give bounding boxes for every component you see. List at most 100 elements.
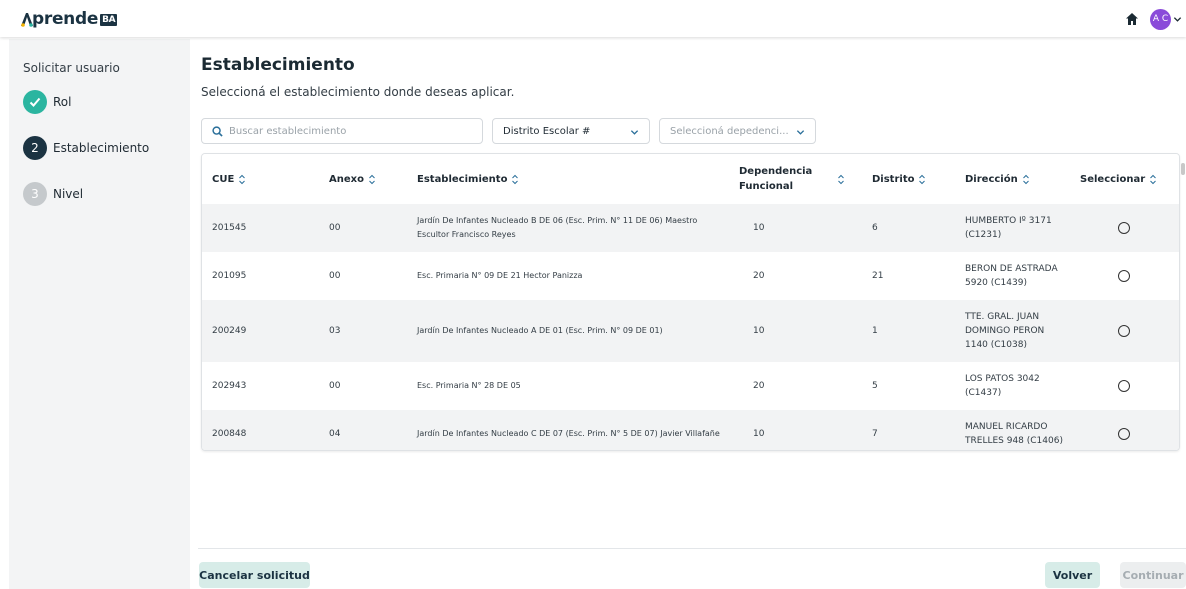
select-radio[interactable]: [1118, 204, 1130, 252]
column-header-cue[interactable]: CUE: [212, 154, 246, 204]
cell-establecimiento: Jardín De Infantes Nucleado A DE 01 (Esc…: [417, 326, 663, 335]
column-header-label: Distrito: [872, 173, 915, 185]
step-label: Rol: [53, 95, 72, 109]
column-header-label: Establecimiento: [417, 173, 508, 185]
logo-badge: BA: [100, 14, 118, 26]
cell-anexo: 04: [329, 429, 341, 439]
sort-icon[interactable]: [918, 174, 926, 185]
cell-distrito: 6: [872, 223, 878, 233]
step-establecimiento[interactable]: 2 Establecimiento: [23, 135, 149, 161]
district-select[interactable]: Distrito Escolar #: [492, 118, 650, 144]
cell-distrito: 21: [872, 271, 884, 281]
continue-button[interactable]: Continuar: [1120, 562, 1186, 588]
cell-cue: 201095: [212, 271, 247, 281]
cell-anexo: 00: [329, 223, 341, 233]
dependency-select-placeholder: Seleccioná depedenci...: [670, 125, 789, 137]
cell-anexo: 00: [329, 271, 341, 281]
step-label: Establecimiento: [53, 141, 150, 155]
search-field[interactable]: [201, 118, 483, 144]
cell-dependencia: 20: [753, 381, 765, 391]
column-header-label: Seleccionar: [1080, 173, 1146, 185]
cell-establecimiento: Jardín De Infantes Nucleado B DE 06 (Esc…: [417, 216, 698, 239]
dependency-select[interactable]: Seleccioná depedenci...: [659, 118, 816, 144]
step-label: Nivel: [53, 187, 84, 201]
column-header-label: CUE: [212, 173, 235, 185]
column-header-dependencia[interactable]: Dependencia Funcional: [739, 154, 851, 204]
sort-icon[interactable]: [511, 174, 519, 185]
cell-anexo: 03: [329, 326, 341, 336]
cell-cue: 202943: [212, 381, 247, 391]
sort-icon[interactable]: [837, 174, 845, 185]
step-nivel[interactable]: 3 Nivel: [23, 181, 83, 207]
sort-icon[interactable]: [238, 174, 246, 185]
table-row[interactable]: 200249 03 Jardín De Infantes Nucleado A …: [202, 300, 1179, 362]
search-input[interactable]: [229, 125, 469, 137]
cell-cue: 201545: [212, 223, 247, 233]
table-row[interactable]: 202943 00 Esc. Primaria N° 28 DE 05 20 5…: [202, 362, 1179, 410]
column-header-label: Dependencia Funcional: [739, 166, 813, 192]
search-icon: [212, 125, 223, 137]
cancel-request-button[interactable]: Cancelar solicitud: [199, 562, 310, 588]
cell-direccion: TTE. GRAL. JUAN DOMINGO PERON 1140 (C103…: [965, 312, 1045, 350]
page-subtitle: Seleccioná el establecimiento donde dese…: [201, 85, 515, 99]
select-radio[interactable]: [1118, 252, 1130, 300]
radio-button[interactable]: [1118, 428, 1130, 440]
cell-establecimiento: Jardín De Infantes Nucleado C DE 07 (Esc…: [417, 429, 720, 438]
column-header-direccion[interactable]: Dirección: [965, 154, 1030, 204]
home-icon[interactable]: [1125, 12, 1139, 26]
cell-establecimiento: Esc. Primaria N° 09 DE 21 Hector Panizza: [417, 271, 583, 280]
cell-dependencia: 10: [753, 326, 765, 336]
column-header-label: Dirección: [965, 173, 1018, 185]
cell-cue: 200848: [212, 429, 247, 439]
column-header-distrito[interactable]: Distrito: [872, 154, 926, 204]
sort-icon[interactable]: [1022, 174, 1030, 185]
cell-establecimiento: Esc. Primaria N° 28 DE 05: [417, 381, 521, 390]
cell-dependencia: 20: [753, 271, 765, 281]
select-radio[interactable]: [1118, 362, 1130, 410]
column-header-anexo[interactable]: Anexo: [329, 154, 376, 204]
chevron-down-icon: [796, 130, 805, 135]
select-radio[interactable]: [1118, 410, 1130, 450]
top-bar: prende BA A C: [0, 0, 1186, 37]
cell-distrito: 7: [872, 429, 878, 439]
table-scrollbar[interactable]: [1180, 153, 1186, 451]
cell-distrito: 5: [872, 381, 878, 391]
scrollbar-thumb[interactable]: [1181, 163, 1185, 175]
table-row[interactable]: 200848 04 Jardín De Infantes Nucleado C …: [202, 410, 1179, 450]
cell-direccion: LOS PATOS 3042 (C1437): [965, 374, 1040, 398]
cell-cue: 200249: [212, 326, 247, 336]
cell-anexo: 00: [329, 381, 341, 391]
sidebar-stepper: Solicitar usuario Rol 2 Establecimiento …: [9, 39, 190, 589]
table-row[interactable]: 201545 00 Jardín De Infantes Nucleado B …: [202, 204, 1179, 252]
column-header-seleccionar[interactable]: Seleccionar: [1080, 154, 1157, 204]
column-header-establecimiento[interactable]: Establecimiento: [417, 154, 519, 204]
cell-direccion: HUMBERTO Iº 3171 (C1231): [965, 216, 1052, 240]
logo-text: prende: [32, 9, 99, 29]
user-avatar[interactable]: A C: [1150, 9, 1171, 30]
select-radio[interactable]: [1118, 300, 1130, 362]
back-button[interactable]: Volver: [1045, 562, 1100, 588]
chevron-down-icon: [630, 130, 639, 135]
step-done-check-icon: [23, 90, 47, 114]
district-select-value: Distrito Escolar #: [503, 125, 591, 137]
footer-divider: [198, 548, 1186, 549]
cell-dependencia: 10: [753, 429, 765, 439]
table-header: CUE Anexo Establecimiento Dependencia Fu…: [202, 154, 1179, 204]
aprende-ba-logo[interactable]: prende BA: [20, 9, 118, 29]
cell-direccion: MANUEL RICARDO TRELLES 948 (C1406): [965, 422, 1063, 446]
cell-distrito: 1: [872, 326, 878, 336]
table-row[interactable]: 201095 00 Esc. Primaria N° 09 DE 21 Hect…: [202, 252, 1179, 300]
cell-dependencia: 10: [753, 223, 765, 233]
sort-icon[interactable]: [368, 174, 376, 185]
radio-button[interactable]: [1118, 325, 1130, 337]
logo-icon: [20, 9, 33, 29]
sort-icon[interactable]: [1149, 174, 1157, 185]
step-number: 3: [23, 182, 47, 206]
radio-button[interactable]: [1118, 270, 1130, 282]
chevron-down-icon[interactable]: [1173, 15, 1182, 24]
radio-button[interactable]: [1118, 222, 1130, 234]
step-rol[interactable]: Rol: [23, 89, 71, 115]
step-number: 2: [23, 136, 47, 160]
radio-button[interactable]: [1118, 380, 1130, 392]
establishments-table: CUE Anexo Establecimiento Dependencia Fu…: [201, 153, 1180, 451]
